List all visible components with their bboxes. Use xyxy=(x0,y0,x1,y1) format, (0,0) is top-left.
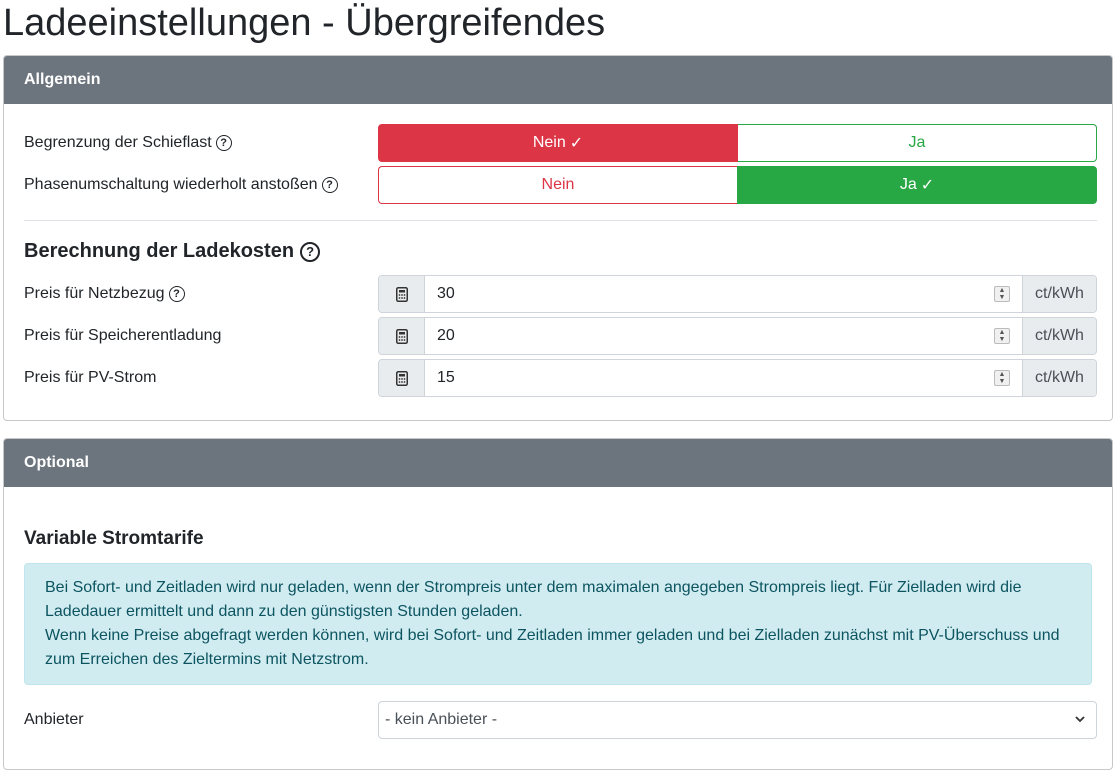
info-text: Bei Sofort- und Zeitladen wird nur gelad… xyxy=(45,579,1022,620)
optional-card-header: Optional xyxy=(4,439,1112,487)
phase-switch-yes-button[interactable]: Ja ✓ xyxy=(737,166,1097,204)
number-spinner[interactable]: ▲ ▼ xyxy=(994,328,1010,344)
optional-card: Optional Variable Stromtarife Bei Sofort… xyxy=(3,438,1113,770)
unit-label: ct/kWh xyxy=(1022,360,1096,396)
check-icon: ✓ xyxy=(569,135,584,152)
unit-label: ct/kWh xyxy=(1022,276,1096,312)
phase-switch-toggle: Nein Ja ✓ xyxy=(378,166,1097,204)
price-label: Preis für PV-Strom xyxy=(24,369,157,386)
unbalanced-load-label: Begrenzung der Schieflast ? xyxy=(24,124,232,162)
divider xyxy=(24,220,1097,221)
price-input-group: 20 ▲ ▼ ct/kWh xyxy=(378,317,1097,355)
unit-label: ct/kWh xyxy=(1022,318,1096,354)
unbalanced-load-no-button[interactable]: Nein ✓ xyxy=(378,124,738,162)
storage-price-input[interactable]: 20 ▲ ▼ xyxy=(425,318,1022,354)
info-text: Wenn keine Preise abgefragt werden könne… xyxy=(45,627,1060,668)
price-label: Preis für Netzbezug ? xyxy=(24,275,185,313)
unbalanced-load-yes-button[interactable]: Ja xyxy=(738,124,1097,162)
pv-price-input[interactable]: 15 ▲ ▼ xyxy=(425,360,1022,396)
phase-switch-no-button[interactable]: Nein xyxy=(378,166,737,204)
tariffs-info-alert: Bei Sofort- und Zeitladen wird nur gelad… xyxy=(24,563,1092,685)
price-input-group: 15 ▲ ▼ ct/kWh xyxy=(378,359,1097,397)
price-row-pv: Preis für PV-Strom 15 ▲ ▼ ct/kWh xyxy=(24,359,1097,397)
unbalanced-load-row: Begrenzung der Schieflast ? Nein ✓ Ja xyxy=(24,124,1097,162)
unbalanced-load-toggle: Nein ✓ Ja xyxy=(378,124,1097,162)
price-row-grid: Preis für Netzbezug ? 30 ▲ ▼ ct/kWh xyxy=(24,275,1097,313)
page-title: Ladeeinstellungen - Übergreifendes xyxy=(3,2,606,44)
calculator-icon xyxy=(379,318,425,354)
cost-section-title: Berechnung der Ladekosten ? xyxy=(24,240,321,263)
general-card-header: Allgemein xyxy=(4,56,1112,104)
price-row-storage: Preis für Speicherentladung 20 ▲ ▼ ct/kWh xyxy=(24,317,1097,355)
grid-price-input[interactable]: 30 ▲ ▼ xyxy=(425,276,1022,312)
tariffs-title: Variable Stromtarife xyxy=(24,528,204,549)
price-label: Preis für Speicherentladung xyxy=(24,327,222,344)
question-circle-icon[interactable]: ? xyxy=(300,241,321,262)
provider-row: Anbieter - kein Anbieter - xyxy=(24,701,1097,739)
number-spinner[interactable]: ▲ ▼ xyxy=(994,286,1010,302)
number-spinner[interactable]: ▲ ▼ xyxy=(994,370,1010,386)
question-circle-icon[interactable]: ? xyxy=(215,135,232,151)
phase-switch-row: Phasenumschaltung wiederholt anstoßen ? … xyxy=(24,166,1097,204)
chevron-down-icon xyxy=(1074,713,1086,728)
check-icon: ✓ xyxy=(920,177,935,194)
question-circle-icon[interactable]: ? xyxy=(168,286,185,302)
phase-switch-label: Phasenumschaltung wiederholt anstoßen ? xyxy=(24,166,338,204)
calculator-icon xyxy=(379,276,425,312)
provider-label: Anbieter xyxy=(24,711,84,728)
price-input-group: 30 ▲ ▼ ct/kWh xyxy=(378,275,1097,313)
question-circle-icon[interactable]: ? xyxy=(321,177,338,193)
general-card: Allgemein Begrenzung der Schieflast ? Ne… xyxy=(3,55,1113,421)
calculator-icon xyxy=(379,360,425,396)
provider-select[interactable]: - kein Anbieter - xyxy=(378,701,1097,739)
